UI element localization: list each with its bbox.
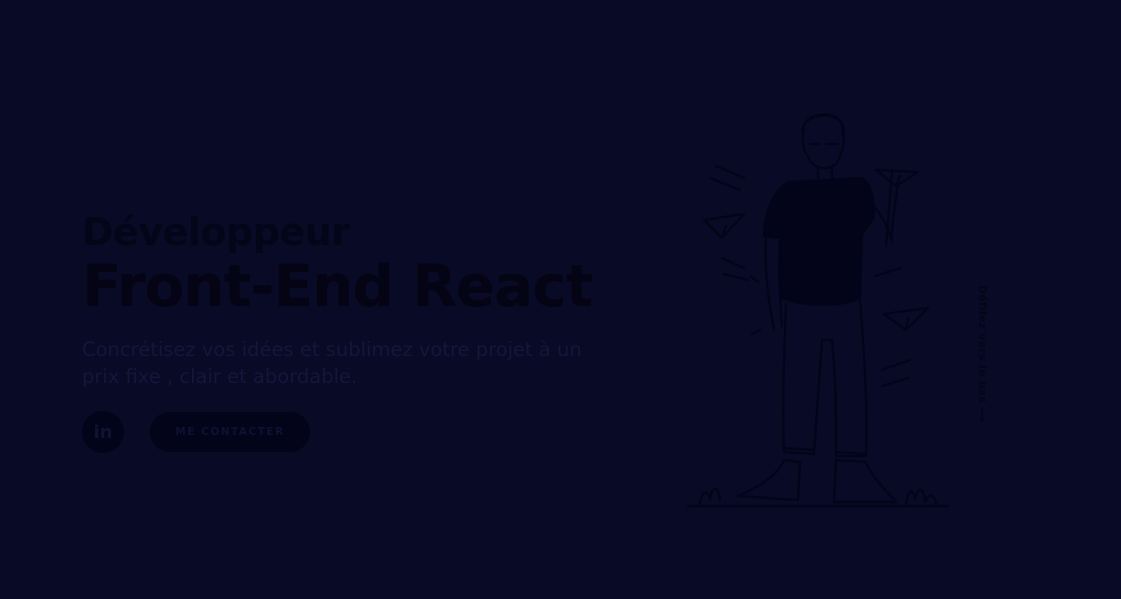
legs	[782, 298, 868, 458]
hero-actions: in ME CONTACTER	[82, 411, 310, 453]
linkedin-icon: in	[93, 421, 113, 443]
hero-tagline: Concrétisez vos idées et sublimez votre …	[82, 338, 582, 388]
hero-section: Développeur Front-End React Concrétisez …	[82, 208, 602, 390]
scroll-down-hint[interactable]: Défilez vers le bas ⟶	[970, 285, 994, 425]
contact-button[interactable]: ME CONTACTER	[150, 412, 310, 452]
hero-subtitle: Développeur	[82, 210, 350, 254]
grass-right	[904, 488, 938, 506]
scroll-down-label: Défilez vers le bas	[976, 285, 988, 404]
arrow-down-icon: ⟶	[976, 407, 988, 423]
page: Développeur Front-End React Concrétisez …	[0, 0, 1121, 599]
shoe-left	[736, 458, 802, 502]
head	[801, 113, 846, 170]
shoe-right	[832, 458, 898, 504]
plane-1	[702, 212, 746, 240]
plane-2	[882, 306, 930, 332]
plane-hand	[874, 168, 920, 188]
grass-left	[698, 487, 722, 506]
hero-title: Front-End React	[82, 252, 593, 320]
linkedin-button[interactable]: in	[82, 411, 124, 453]
developer-illustration	[686, 113, 950, 508]
